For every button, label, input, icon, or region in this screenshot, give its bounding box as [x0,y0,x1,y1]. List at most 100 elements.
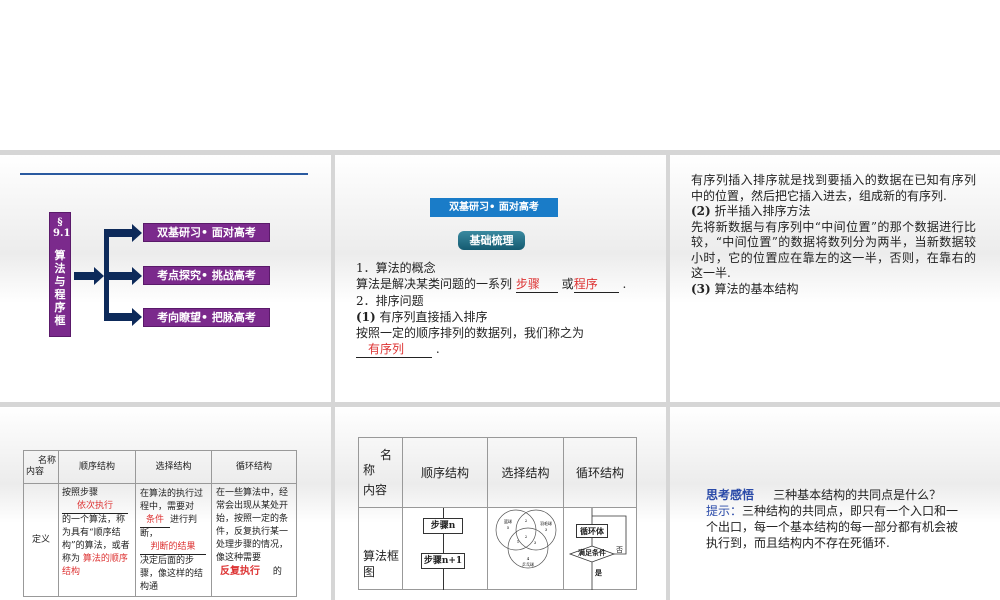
text: 算法的基本结构 [714,281,799,296]
hint-label: 提示： [706,504,743,518]
line: 按照一定的顺序排列的数据列，我们称之为 [356,326,585,340]
title-char: 序 [54,301,66,314]
text: 名称 [37,456,56,466]
text: 的 [272,567,282,577]
text: 决定后面的步骤，像这样的结构通 [140,556,204,592]
branch-button-1[interactable]: 双基研习• 面对高考 [143,223,270,242]
yes-label: 是 [595,568,602,577]
subheading: (2) 折半插入排序方法 [691,204,976,220]
text: 内容 [26,467,45,477]
region-count: 1 [517,539,520,544]
subheading: (3) 算法的基本结构 [691,282,976,298]
step-box: 步骤n+1 [421,553,465,569]
label: 思考感悟 [706,488,755,502]
badge: 基础梳理 [458,231,525,250]
title-char: 程 [54,288,66,301]
sequence-diagram: 步骤n 步骤n+1 [402,507,488,590]
text: 在算法的执行过程中，需要对 [140,489,204,512]
row-label: 定义 [23,483,59,597]
structure-table: 名称 内容 顺序结构 选择结构 循环结构 定义 按照步骤 依次执行 的一个算法，称为具… [23,450,297,597]
slide-2[interactable]: 双基研习• 面对高考 基础梳理 1．算法的概念 算法是解决某类问题的一系列 步骤… [335,155,666,402]
text: 算法是解决某类问题的一系列 [356,277,513,291]
step-box: 步骤n [423,518,463,534]
set-label: 乒乓球 [522,561,534,567]
content: 1．算法的概念 算法是解决某类问题的一系列 步骤 或程序 . 2．排序问题 (1… [356,260,661,358]
text: 称 [363,462,376,477]
column-header: 顺序结构 [402,437,488,508]
blank-answer: 依次执行 [62,500,128,514]
text: 或 [561,277,574,291]
text: 折半插入排序方法 [714,204,811,218]
title-char: 与 [54,275,66,288]
venn-circles: 篮球 5 羽毛球 3 4 乒乓球 2 2 1 3 [495,509,557,569]
blank-answer: 步骤 [515,276,558,293]
text: . [435,342,440,356]
text: 按照步骤 [62,488,99,498]
set-count: 4 [527,556,530,561]
question-line: 思考感悟 三种基本结构的共同点是什么？ [706,487,964,503]
blank-answer: 判断的结果 [140,541,206,555]
slide-3[interactable]: 有序列插入排序就是找到要插入的数据在已知有序列中的位置，然后把它插入进去，组成新… [670,155,1000,402]
slide-1[interactable]: § 9.1 算 法 与 程 序 框 双基研习• 面对高考 考点探究• 挑战高考 … [0,155,331,402]
question: 三种基本结构的共同点是什么？ [773,488,942,502]
section-number: § 9.1 [53,217,71,239]
structure-table: 名称内容 顺序结构 选择结构 循环结构 算法框图 步骤n 步骤n+1 篮球 5 … [358,437,637,590]
region-count: 2 [525,518,528,523]
blank-answer: 有序列 [356,341,432,358]
branch-button-2[interactable]: 考点探究• 挑战高考 [143,266,270,285]
text: (3) [691,281,711,296]
slide-5[interactable]: 名称内容 顺序结构 选择结构 循环结构 算法框图 步骤n 步骤n+1 篮球 5 … [335,407,666,600]
branch-arrows [74,224,142,326]
header-line [20,173,308,175]
corner-cell: 名称内容 [358,437,403,508]
cell: 按照步骤 依次执行 的一个算法，称为具有“顺序结构”的算法，或者称为 算法的顺序结构 [58,483,136,597]
hint: 提示：三种结构的共同点，即只有一个入口和一个出口，每一个基本结构的每一部分都有机… [706,503,964,551]
paragraph: 有序列插入排序就是找到要插入的数据在已知有序列中的位置，然后把它插入进去，组成新… [691,173,976,203]
region-count: 2 [525,534,528,539]
no-label: 否 [616,546,623,554]
section-box: § 9.1 算 法 与 程 序 框 [49,212,71,337]
text: 内容 [363,482,388,497]
content: 思考感悟 三种基本结构的共同点是什么？ 提示：三种结构的共同点，即只有一个入口和… [706,487,964,551]
line: 算法是解决某类问题的一系列 步骤 或程序 . [356,276,661,293]
slide-6[interactable]: 思考感悟 三种基本结构的共同点是什么？ 提示：三种结构的共同点，即只有一个入口和… [670,407,1000,600]
branch-button-3[interactable]: 考向瞭望• 把脉高考 [143,308,270,327]
blank-answer: 反复执行 [220,566,260,577]
row-label: 算法框图 [358,507,403,590]
column-header: 循环结构 [211,450,297,484]
content: 有序列插入排序就是找到要插入的数据在已知有序列中的位置，然后把它插入进去，组成新… [691,173,976,297]
set-count: 3 [545,527,548,532]
set-count: 5 [507,525,510,530]
title-char: 法 [54,262,66,275]
slide-4[interactable]: 名称 内容 顺序结构 选择结构 循环结构 定义 按照步骤 依次执行 的一个算法，称为具… [0,407,331,600]
condition-label: 满足条件 [578,548,606,557]
blank-answer: 条件 [140,514,170,528]
venn-diagram: 篮球 5 羽毛球 3 4 乒乓球 2 2 1 3 [487,507,564,590]
text: . [622,277,627,291]
column-header: 选择结构 [135,450,212,484]
section-title: 算 法 与 程 序 框 [50,249,70,327]
text: 有序列直接插入排序 [379,310,488,324]
cell: 在一些算法中，经常会出现从某处开始，按照一定的条件，反复执行某一处理步骤的情况，… [211,483,297,597]
loop-diagram: 循环体 满足条件 否 是 [563,507,637,590]
loop-body-box: 循环体 [576,524,608,538]
set-label: 篮球 [504,518,512,524]
column-header: 顺序结构 [58,450,136,484]
hint-text: 三种结构的共同点，即只有一个入口和一个出口，每一个基本结构的每一部分都有机会被执… [706,504,959,550]
cell: 在算法的执行过程中，需要对 条件 进行判断， 判断的结果 决定后面的步骤，像这样的结构通 [135,483,212,597]
text: (1) [356,310,376,324]
title-char: 算 [54,249,66,262]
region-count: 3 [534,540,537,545]
set-label: 羽毛球 [540,520,552,526]
column-header: 循环结构 [563,437,637,508]
paragraph: 先将新数据与有序列中“中间位置”的那个数据进行比较，“中间位置”的数据将数列分为… [691,219,976,281]
line: 有序列 . [356,341,661,358]
text: 名 [379,447,392,462]
title-char: 框 [54,314,66,327]
heading-2: 2．排序问题 [356,294,424,308]
text: 在一些算法中，经常会出现从某处开始，按照一定的条件，反复执行某一处理步骤的情况，… [216,488,289,563]
heading-1: 1．算法的概念 [356,261,436,275]
text: (2) [691,204,711,218]
section-banner: 双基研习• 面对高考 [430,198,558,217]
blank-answer: 程序 [573,276,619,293]
